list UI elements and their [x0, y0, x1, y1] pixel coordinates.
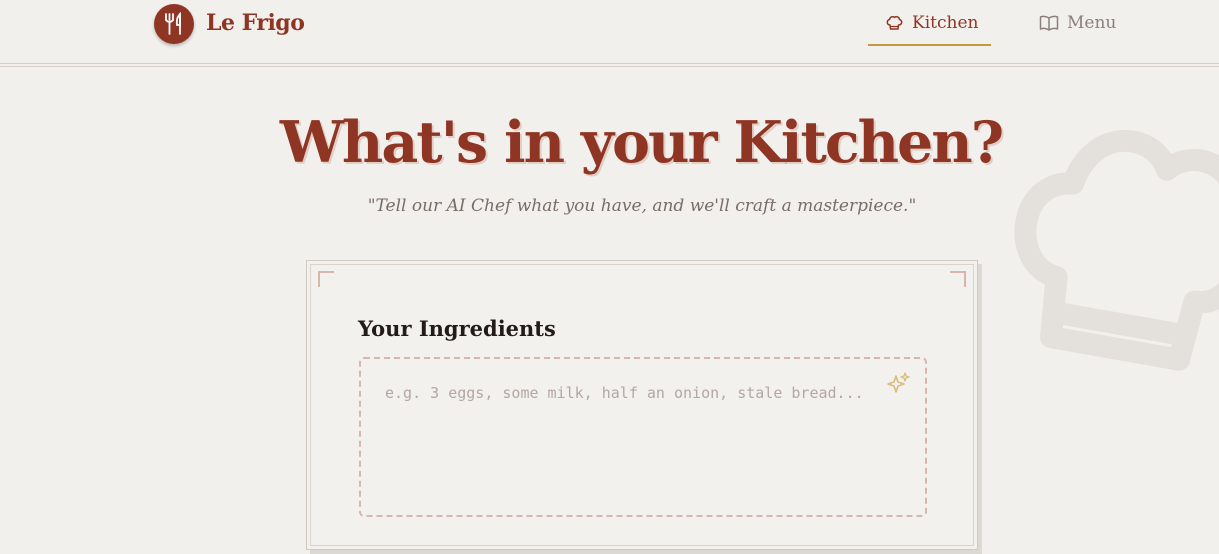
- corner-ornament-top-right: [950, 271, 966, 287]
- nav-tab-menu-label: Menu: [1067, 13, 1117, 33]
- nav-tab-kitchen-label: Kitchen: [912, 13, 979, 33]
- header-divider: [0, 63, 1219, 64]
- brand-name[interactable]: Le Frigo: [206, 10, 305, 36]
- nav-tab-kitchen[interactable]: Kitchen: [868, 0, 991, 46]
- header-divider-secondary: [0, 66, 1219, 67]
- nav-tab-menu[interactable]: Menu: [1030, 0, 1130, 46]
- page-subtitle: "Tell our AI Chef what you have, and we'…: [367, 196, 917, 216]
- logo-badge[interactable]: [154, 4, 194, 44]
- chef-hat-icon: [885, 15, 903, 35]
- ingredients-card: Your Ingredients: [306, 260, 978, 550]
- fork-knife-icon: [165, 12, 181, 35]
- open-book-icon: [1039, 15, 1059, 35]
- ingredients-label: Your Ingredients: [358, 316, 556, 341]
- corner-ornament-top-left: [318, 271, 334, 287]
- page-title: What's in your Kitchen?: [279, 109, 1004, 176]
- ingredients-input[interactable]: [359, 357, 927, 517]
- top-nav-bar: Le Frigo Kitchen Menu: [0, 0, 1219, 64]
- sparkles-icon: [885, 371, 911, 401]
